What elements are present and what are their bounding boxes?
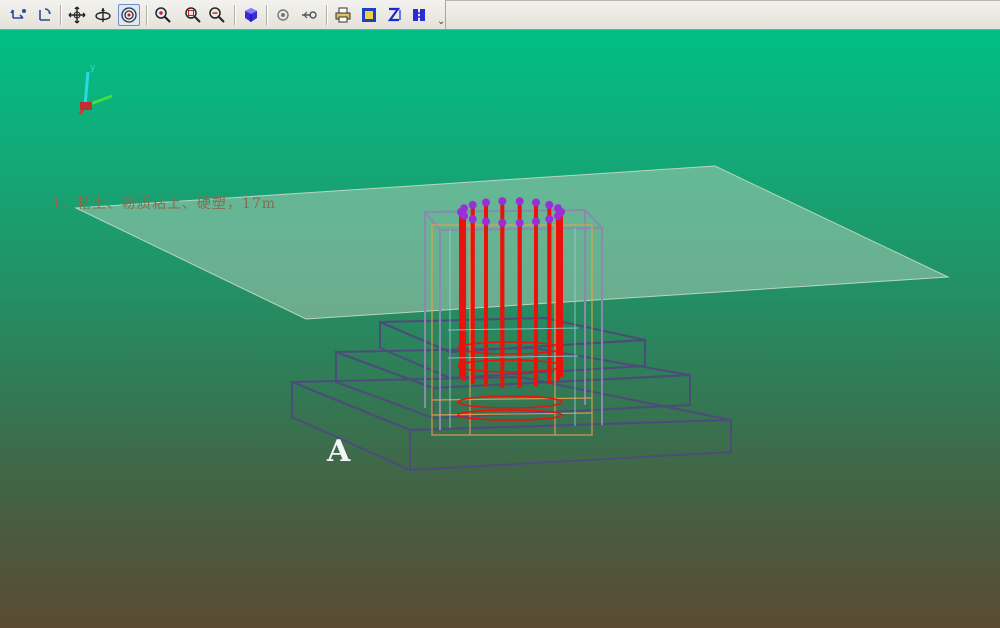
section-marker-a: A [327, 434, 351, 469]
z-axis-button[interactable] [384, 4, 406, 26]
toolbar-separator [326, 5, 327, 25]
zoom-out-button[interactable] [206, 4, 228, 26]
frame-view-button[interactable] [358, 4, 380, 26]
toolbar-separator [60, 5, 61, 25]
rebar-cap [515, 218, 524, 227]
zoom-window-icon [185, 7, 201, 23]
toolbar-overflow-grip[interactable]: ⌄ [437, 16, 445, 27]
move-axis-button[interactable] [8, 4, 30, 26]
rebar-cap [545, 215, 554, 224]
zoom-window-button[interactable] [182, 4, 204, 26]
rebar-cap [515, 197, 524, 206]
zoom-in-icon [155, 7, 171, 23]
orbit-icon [95, 8, 111, 22]
toolbar-separator [234, 5, 235, 25]
pan-icon [68, 6, 86, 24]
toolbar-separator [266, 5, 267, 25]
pan-button[interactable] [66, 4, 88, 26]
toolbar-separator [146, 5, 147, 25]
axis-move-icon [10, 9, 26, 19]
rebar-cap [532, 198, 540, 207]
axis-rotate-icon [39, 8, 51, 21]
pick-button[interactable] [298, 4, 320, 26]
rebar-cap [468, 200, 477, 209]
soil-layer-label: 1、粘土、粉质粘土、硬塑，17m [52, 196, 276, 212]
frame-icon [362, 8, 376, 22]
print-button[interactable] [332, 4, 354, 26]
printer-icon [335, 7, 351, 23]
target-icon [121, 7, 137, 23]
rebar-cap [498, 197, 507, 206]
svg-text:y: y [90, 63, 96, 73]
pile-cap-model-scene: y [74, 63, 950, 472]
pick-icon [302, 11, 317, 19]
rebar-cap [468, 215, 477, 224]
center-button[interactable] [272, 4, 294, 26]
toolbar-divider-line [446, 0, 1000, 1]
orbit-button[interactable] [92, 4, 114, 26]
view-toolbar: ⌄ [0, 0, 1000, 30]
side-view-button[interactable] [408, 4, 430, 26]
rebar-cap [553, 204, 562, 213]
zoom-out-icon [209, 7, 225, 23]
toolbar-strip: ⌄ [0, 0, 446, 30]
soil-layer-plane [74, 165, 950, 320]
rebar-cap [553, 211, 562, 220]
rotate-axis-button[interactable] [34, 4, 56, 26]
target-view-button[interactable] [118, 4, 140, 26]
circle-icon [277, 9, 289, 21]
rebar-cap [482, 217, 490, 226]
modeling-app-window: ⌄ y 1、粘土、粉质粘土、硬塑，17m A [0, 0, 1000, 628]
zoom-in-button[interactable] [152, 4, 174, 26]
z-axis-icon [387, 7, 401, 22]
rebar-cap [482, 198, 490, 207]
rebar-cap [460, 204, 469, 213]
rebar-cap [545, 200, 554, 209]
stepped-foundation-wireframe [291, 316, 732, 472]
side-view-icon [413, 9, 425, 21]
cube-icon [245, 8, 257, 22]
shaded-view-button[interactable] [240, 4, 262, 26]
rebar-cap [498, 218, 507, 227]
rebar-cap [532, 217, 540, 226]
axis-triad-icon: y [78, 63, 113, 115]
3d-viewport[interactable]: y 1、粘土、粉质粘土、硬塑，17m A [0, 30, 1000, 628]
